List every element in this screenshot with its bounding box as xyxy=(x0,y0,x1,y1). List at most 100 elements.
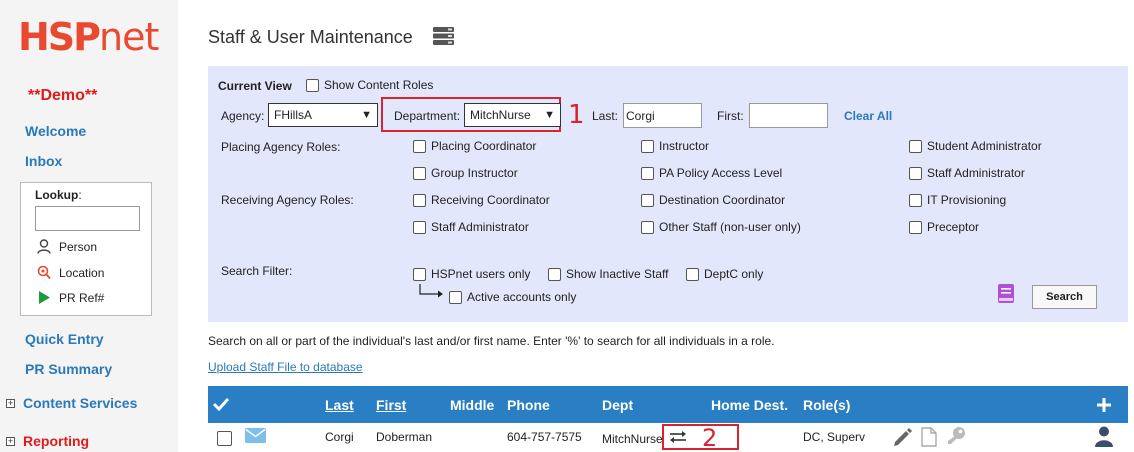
table-row: Corgi Doberman 604-757-7575 MitchNurse 2… xyxy=(208,423,1128,452)
hspnet-users-only[interactable]: HSPnet users only xyxy=(413,267,530,281)
role-label: Staff Administrator xyxy=(927,166,1025,180)
column-header-roles: Role(s) xyxy=(803,397,851,413)
last-name-label: Last: xyxy=(592,109,619,123)
swap-arrows-icon[interactable] xyxy=(669,430,687,444)
role-checkbox[interactable] xyxy=(641,220,654,234)
document-icon[interactable] xyxy=(921,427,937,447)
role-it-provisioning[interactable]: IT Provisioning xyxy=(909,193,1006,207)
nav-inbox[interactable]: Inbox xyxy=(25,153,62,169)
nav-reporting[interactable]: + Reporting xyxy=(6,433,89,449)
role-student-administrator[interactable]: Student Administrator xyxy=(909,139,1042,153)
role-checkbox[interactable] xyxy=(413,220,426,234)
chevron-down-icon: ▼ xyxy=(544,109,555,121)
role-checkbox[interactable] xyxy=(909,220,922,234)
cell-roles: DC, Superv xyxy=(803,430,866,444)
column-header-middle: Middle xyxy=(450,397,495,413)
placing-roles-label: Placing Agency Roles: xyxy=(221,140,341,154)
clear-all-link[interactable]: Clear All xyxy=(844,109,892,123)
lookup-panel: Lookup: Person Location PR Ref# xyxy=(20,182,152,316)
lookup-label: Lookup: xyxy=(35,188,82,202)
email-icon[interactable] xyxy=(245,428,266,443)
active-accounts-only[interactable]: Active accounts only xyxy=(449,290,576,304)
lookup-pr-ref[interactable]: PR Ref# xyxy=(37,290,104,305)
role-checkbox[interactable] xyxy=(413,166,426,180)
nav-pr-summary[interactable]: PR Summary xyxy=(25,361,112,377)
expand-icon[interactable]: + xyxy=(6,398,15,408)
role-checkbox[interactable] xyxy=(641,139,654,153)
server-icon[interactable] xyxy=(433,27,454,45)
key-icon[interactable] xyxy=(946,426,966,446)
upload-staff-file-link[interactable]: Upload Staff File to database xyxy=(208,360,363,374)
logo-bold: HSP xyxy=(18,15,101,59)
lookup-pr-ref-label: PR Ref# xyxy=(59,290,105,305)
hspnet-users-only-checkbox[interactable] xyxy=(413,267,426,281)
play-icon xyxy=(39,291,50,304)
lookup-person[interactable]: Person xyxy=(37,239,97,254)
deptc-only-checkbox[interactable] xyxy=(686,267,699,281)
deptc-only-label: DeptC only xyxy=(704,267,764,281)
deptc-only[interactable]: DeptC only xyxy=(686,267,763,281)
show-content-roles[interactable]: Show Content Roles xyxy=(306,78,433,92)
lookup-person-label: Person xyxy=(59,239,98,254)
book-icon[interactable] xyxy=(997,283,1015,304)
role-staff-administrator-receiving[interactable]: Staff Administrator xyxy=(413,220,529,234)
lookup-location[interactable]: Location xyxy=(37,265,104,280)
edit-pencil-icon[interactable] xyxy=(892,427,912,447)
expand-icon[interactable]: + xyxy=(6,436,15,446)
show-content-roles-label: Show Content Roles xyxy=(324,78,434,92)
show-content-roles-checkbox[interactable] xyxy=(306,78,319,92)
user-profile-icon[interactable] xyxy=(1095,426,1113,447)
role-pa-policy-access-level[interactable]: PA Policy Access Level xyxy=(641,166,782,180)
role-label: Placing Coordinator xyxy=(431,139,537,153)
location-search-icon xyxy=(37,265,51,280)
role-other-staff[interactable]: Other Staff (non-user only) xyxy=(641,220,801,234)
department-select[interactable]: MitchNurse ▼ xyxy=(464,103,561,127)
last-name-input[interactable] xyxy=(623,103,702,128)
lookup-input[interactable] xyxy=(35,206,140,231)
sub-option-arrow-icon xyxy=(419,284,443,298)
role-checkbox[interactable] xyxy=(413,193,426,207)
column-header-home-dest: Home Dest. xyxy=(711,397,789,413)
nav-welcome[interactable]: Welcome xyxy=(25,123,86,139)
role-destination-coordinator[interactable]: Destination Coordinator xyxy=(641,193,785,207)
results-table-header: Last First Middle Phone Dept Home Dest. … xyxy=(208,386,1128,423)
show-inactive-staff-checkbox[interactable] xyxy=(548,267,561,281)
active-accounts-only-checkbox[interactable] xyxy=(449,290,462,304)
hspnet-users-only-label: HSPnet users only xyxy=(431,267,531,281)
role-checkbox[interactable] xyxy=(909,193,922,207)
row-select-checkbox[interactable] xyxy=(217,431,232,446)
nav-content-services[interactable]: + Content Services xyxy=(6,395,137,411)
role-checkbox[interactable] xyxy=(413,139,426,153)
column-header-dept: Dept xyxy=(602,397,634,413)
role-group-instructor[interactable]: Group Instructor xyxy=(413,166,518,180)
show-inactive-staff-label: Show Inactive Staff xyxy=(566,267,669,281)
role-placing-coordinator[interactable]: Placing Coordinator xyxy=(413,139,536,153)
role-instructor[interactable]: Instructor xyxy=(641,139,709,153)
role-staff-administrator[interactable]: Staff Administrator xyxy=(909,166,1025,180)
select-all-checkmark-icon[interactable] xyxy=(213,397,229,411)
page-title: Staff & User Maintenance xyxy=(208,27,413,47)
role-checkbox[interactable] xyxy=(909,166,922,180)
add-icon[interactable] xyxy=(1097,398,1111,412)
lookup-location-label: Location xyxy=(59,265,105,280)
role-label: Staff Administrator xyxy=(431,220,529,234)
nav-content-services-label: Content Services xyxy=(23,395,138,411)
role-checkbox[interactable] xyxy=(909,139,922,153)
show-inactive-staff[interactable]: Show Inactive Staff xyxy=(548,267,669,281)
nav-quick-entry[interactable]: Quick Entry xyxy=(25,331,104,347)
column-header-first[interactable]: First xyxy=(376,397,406,413)
search-button[interactable]: Search xyxy=(1032,285,1097,309)
role-checkbox[interactable] xyxy=(641,193,654,207)
role-receiving-coordinator[interactable]: Receiving Coordinator xyxy=(413,193,550,207)
search-filter-label: Search Filter: xyxy=(221,264,293,278)
agency-select[interactable]: FHillsA ▼ xyxy=(268,103,378,127)
hspnet-logo[interactable]: HSPnet xyxy=(18,15,159,59)
role-preceptor[interactable]: Preceptor xyxy=(909,220,979,234)
annotation-marker-1: 1 xyxy=(568,100,585,130)
role-checkbox[interactable] xyxy=(641,166,654,180)
cell-last: Corgi xyxy=(325,430,354,444)
role-label: Instructor xyxy=(659,139,710,153)
role-label: Preceptor xyxy=(927,220,980,234)
first-name-input[interactable] xyxy=(749,103,828,128)
column-header-last[interactable]: Last xyxy=(325,397,354,413)
